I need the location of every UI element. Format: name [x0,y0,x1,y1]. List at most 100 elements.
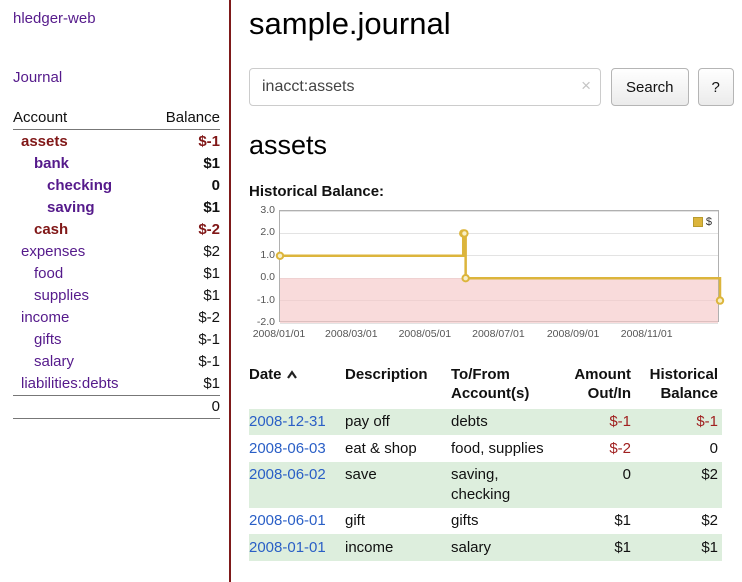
account-balance: 0 [212,177,220,194]
search-bar: × Search ? [249,68,742,106]
account-link-cash[interactable]: cash [13,221,68,238]
search-input[interactable] [249,68,601,106]
account-row-expenses: expenses $2 [13,240,220,262]
transaction-accounts: gifts [451,508,555,535]
transaction-balance: $2 [635,508,722,535]
account-balance: $1 [203,265,220,282]
transaction-date-link[interactable]: 2008-01-01 [249,539,326,556]
account-balance: $-1 [198,353,220,370]
account-link-gifts[interactable]: gifts [13,331,62,348]
account-balance: $-1 [198,133,220,150]
x-axis-label: 2008/09/01 [547,328,600,340]
transaction-date-link[interactable]: 2008-06-03 [249,440,326,457]
account-link-expenses[interactable]: expenses [13,243,85,260]
balance-chart: $ 3.02.01.00.0-1.0-2.02008/01/012008/03/… [249,208,722,344]
transaction-amount: $-2 [555,435,635,462]
transaction-amount: $-1 [555,409,635,436]
account-row-gifts: gifts $-1 [13,328,220,350]
legend-swatch-icon [693,217,703,227]
y-axis-label: -2.0 [249,316,275,328]
account-balance: $1 [203,155,220,172]
help-button[interactable]: ? [698,68,734,106]
account-balance: $-2 [198,221,220,238]
register-table: Date Description To/From Account(s) Amou… [249,366,722,561]
sort-ascending-icon [286,370,298,379]
transaction-amount: $1 [555,534,635,561]
register-row: 2008-06-03 eat & shop food, supplies $-2… [249,435,722,462]
y-axis-label: 0.0 [249,271,275,283]
transaction-balance: $-1 [635,409,722,436]
register-header-row: Date Description To/From Account(s) Amou… [249,366,722,409]
account-link-income[interactable]: income [13,309,69,326]
y-axis-label: -1.0 [249,294,275,306]
register-header-accounts: To/From Account(s) [451,366,555,409]
chart-series [280,211,720,323]
search-button[interactable]: Search [611,68,689,106]
main-content: sample.journal × Search ? assets Histori… [232,0,742,582]
y-axis-label: 1.0 [249,249,275,261]
transaction-date-link[interactable]: 2008-06-01 [249,512,326,529]
account-link-saving[interactable]: saving [13,199,95,216]
sidebar: hledger-web Journal Account Balance asse… [0,0,230,582]
register-header-balance: Historical Balance [635,366,722,409]
account-link-supplies[interactable]: supplies [13,287,89,304]
account-row-bank: bank $1 [13,152,220,174]
account-row-food: food $1 [13,262,220,284]
accounts-header: Account Balance [13,109,220,130]
account-row-supplies: supplies $1 [13,284,220,306]
account-link-food[interactable]: food [13,265,63,282]
search-box: × [249,68,601,106]
account-link-salary[interactable]: salary [13,353,74,370]
transaction-description: income [345,534,451,561]
chart-legend: $ [693,216,712,228]
register-header-date-label: Date [249,366,282,383]
register-header-date[interactable]: Date [249,366,345,409]
transaction-accounts: saving, checking [451,462,555,508]
transaction-description: eat & shop [345,435,451,462]
register-header-description: Description [345,366,451,409]
account-balance: $1 [203,375,220,392]
x-axis-label: 2008/01/01 [253,328,306,340]
account-link-checking[interactable]: checking [13,177,112,194]
section-title: assets [249,130,742,161]
transaction-description: gift [345,508,451,535]
transaction-balance: $1 [635,534,722,561]
account-row-liabilities-debts: liabilities:debts $1 [13,372,220,394]
accounts-panel: Account Balance assets $-1 bank $1 check… [13,109,220,419]
transaction-description: pay off [345,409,451,436]
register-row: 2008-01-01 income salary $1 $1 [249,534,722,561]
transaction-accounts: debts [451,409,555,436]
account-link-assets[interactable]: assets [13,133,68,150]
legend-label: $ [706,216,712,228]
accounts-header-balance: Balance [166,109,220,126]
sidebar-item-journal[interactable]: Journal [13,69,62,86]
account-row-salary: salary $-1 [13,350,220,372]
account-row-assets: assets $-1 [13,130,220,152]
accounts-header-account: Account [13,109,67,126]
transaction-date-link[interactable]: 2008-12-31 [249,413,326,430]
account-balance: $1 [203,199,220,216]
x-axis-label: 2008/05/01 [399,328,452,340]
account-row-checking: checking 0 [13,174,220,196]
transaction-description: save [345,462,451,508]
clear-search-icon[interactable]: × [581,76,591,96]
account-row-cash: cash $-2 [13,218,220,240]
account-link-liabilities-debts[interactable]: liabilities:debts [13,375,119,392]
transaction-balance: 0 [635,435,722,462]
register-row: 2008-12-31 pay off debts $-1 $-1 [249,409,722,436]
page-title: sample.journal [249,6,742,42]
account-balance: $2 [203,243,220,260]
transaction-balance: $2 [635,462,722,508]
account-balance: $-2 [198,309,220,326]
y-axis-label: 3.0 [249,204,275,216]
account-link-bank[interactable]: bank [13,155,69,172]
x-axis-label: 2008/07/01 [472,328,525,340]
register-header-amount: Amount Out/In [555,366,635,409]
transaction-date-link[interactable]: 2008-06-02 [249,466,326,483]
app-title-link[interactable]: hledger-web [13,10,96,27]
account-balance: $1 [203,287,220,304]
y-axis-label: 2.0 [249,226,275,238]
register-row: 2008-06-01 gift gifts $1 $2 [249,508,722,535]
account-row-saving: saving $1 [13,196,220,218]
transaction-accounts: salary [451,534,555,561]
